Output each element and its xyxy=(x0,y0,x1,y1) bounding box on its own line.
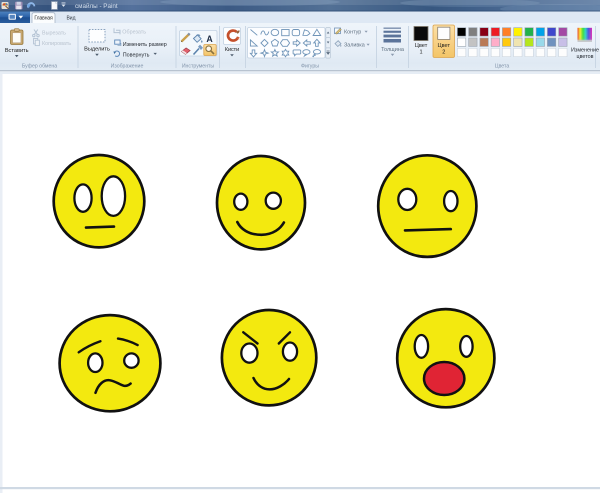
svg-text:Обрезать: Обрезать xyxy=(122,30,146,36)
svg-text:Заливка: Заливка xyxy=(344,42,365,48)
svg-text:Вырезать: Вырезать xyxy=(42,31,66,37)
svg-text:A: A xyxy=(206,34,213,44)
svg-text:Повернуть: Повернуть xyxy=(123,53,150,59)
svg-text:Вид: Вид xyxy=(66,16,75,22)
svg-text:Контур: Контур xyxy=(344,29,361,35)
svg-text:Выделить: Выделить xyxy=(84,47,110,53)
svg-text:смайлы - Paint: смайлы - Paint xyxy=(75,2,118,10)
svg-text:1: 1 xyxy=(419,50,422,56)
svg-text:Изображение: Изображение xyxy=(111,63,144,69)
svg-text:Цвета: Цвета xyxy=(495,63,510,69)
svg-text:цветов: цветов xyxy=(577,54,594,60)
svg-text:Толщина: Толщина xyxy=(381,47,405,53)
svg-text:Копировать: Копировать xyxy=(42,41,71,47)
svg-text:2: 2 xyxy=(442,50,445,56)
svg-text:Буфер обмена: Буфер обмена xyxy=(22,63,57,69)
svg-text:Главная: Главная xyxy=(34,16,53,22)
svg-text:Цвет: Цвет xyxy=(438,43,451,49)
svg-text:Инструменты: Инструменты xyxy=(182,63,215,69)
svg-text:Изменить размер: Изменить размер xyxy=(123,42,167,48)
svg-text:Цвет: Цвет xyxy=(415,43,428,49)
svg-text:Изменение: Изменение xyxy=(571,48,599,54)
svg-text:Вставить: Вставить xyxy=(5,48,29,54)
svg-text:Фигуры: Фигуры xyxy=(301,63,319,69)
svg-text:Кисти: Кисти xyxy=(225,47,239,53)
